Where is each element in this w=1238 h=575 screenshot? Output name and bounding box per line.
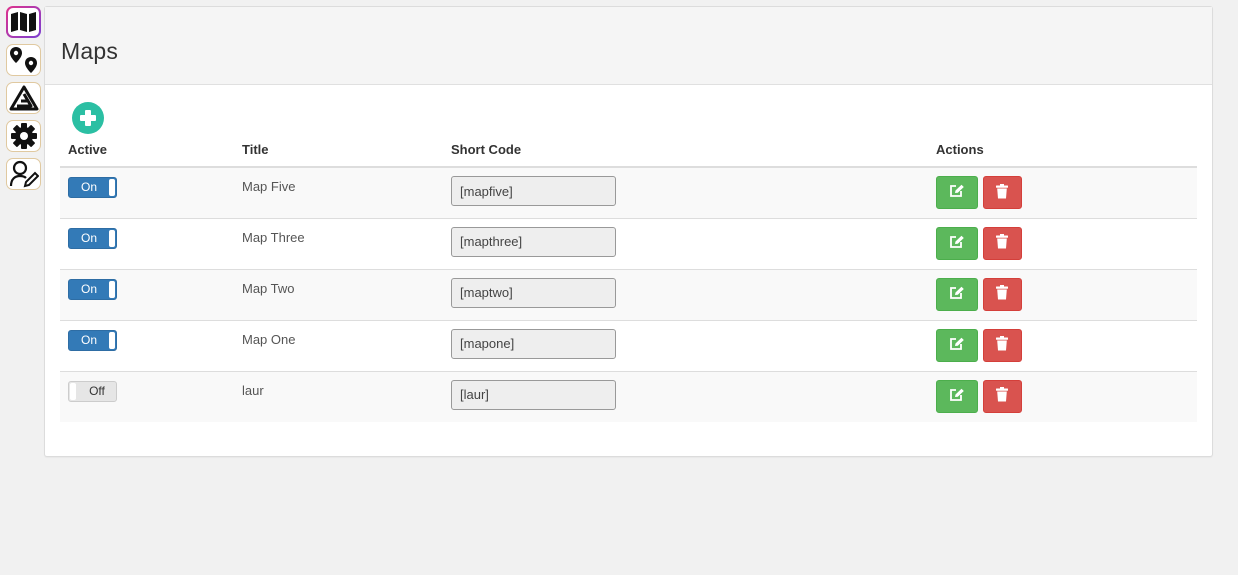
page-title: Maps <box>61 38 119 64</box>
map-title: Map One <box>234 319 443 371</box>
table-row: On Map Five <box>60 167 1197 218</box>
delete-button[interactable] <box>982 176 1022 209</box>
edit-button[interactable] <box>936 328 978 362</box>
table-header-row: Active Title Short Code Actions <box>60 136 1197 168</box>
short-code-cell <box>443 370 928 422</box>
map-title: laur <box>234 370 443 422</box>
actions-cell <box>928 167 1197 218</box>
edit-icon <box>949 388 965 405</box>
active-cell: On <box>60 167 234 218</box>
icon-rail <box>6 6 42 196</box>
actions-cell <box>928 370 1197 422</box>
add-map-button[interactable] <box>72 102 104 134</box>
map-title: Map Three <box>234 217 443 269</box>
actions-cell <box>928 319 1197 371</box>
edit-button[interactable] <box>936 176 978 209</box>
map-title: Map Two <box>234 268 443 320</box>
active-toggle[interactable]: On <box>68 329 117 351</box>
delete-button[interactable] <box>982 328 1022 362</box>
active-toggle[interactable]: On <box>68 177 117 198</box>
rail-logo-button[interactable] <box>6 82 41 114</box>
maps-panel: Maps Active Title Short Code Actions On … <box>44 6 1213 457</box>
rail-maps-button[interactable] <box>6 6 41 38</box>
short-code-input[interactable] <box>451 226 616 257</box>
toggle-label: On <box>80 230 97 245</box>
column-header-active: Active <box>60 136 234 168</box>
map-icon <box>10 11 38 33</box>
rail-user-button[interactable] <box>6 158 41 190</box>
trash-icon <box>996 234 1009 252</box>
active-cell: On <box>60 268 234 320</box>
table-row: On Map Three <box>60 217 1197 269</box>
panel-body: Active Title Short Code Actions On Map F… <box>45 85 1212 422</box>
column-header-title: Title <box>234 136 443 168</box>
rail-markers-button[interactable] <box>6 44 41 76</box>
toggle-knob <box>109 179 115 196</box>
edit-icon <box>949 286 965 303</box>
toggle-knob <box>70 382 76 400</box>
short-code-cell <box>443 319 928 371</box>
toggle-knob <box>109 229 115 247</box>
active-toggle[interactable]: Off <box>68 380 117 402</box>
active-toggle[interactable]: On <box>68 227 117 249</box>
edit-icon <box>949 235 965 252</box>
short-code-cell <box>443 217 928 269</box>
map-title: Map Five <box>242 179 296 194</box>
edit-icon <box>949 337 965 354</box>
toggle-knob <box>109 280 115 298</box>
triangle-logo-icon <box>9 85 39 111</box>
active-cell: On <box>60 217 234 269</box>
delete-button[interactable] <box>982 379 1022 413</box>
rail-settings-button[interactable] <box>6 120 41 152</box>
table-row: Off laur <box>60 370 1197 422</box>
short-code-input[interactable] <box>451 176 616 206</box>
edit-button[interactable] <box>936 379 978 413</box>
table-row: On Map One <box>60 319 1197 371</box>
short-code-cell <box>443 268 928 320</box>
active-toggle[interactable]: On <box>68 278 117 300</box>
toggle-knob <box>109 331 115 349</box>
trash-icon <box>996 387 1009 405</box>
edit-button[interactable] <box>936 226 978 260</box>
active-cell: On <box>60 319 234 371</box>
edit-icon <box>949 184 965 201</box>
short-code-input[interactable] <box>451 328 616 359</box>
toggle-label: On <box>80 332 97 347</box>
edit-button[interactable] <box>936 277 978 311</box>
maps-table: Active Title Short Code Actions On Map F… <box>60 136 1197 422</box>
gear-icon <box>10 122 38 150</box>
trash-icon <box>996 285 1009 303</box>
toggle-label: On <box>80 180 97 194</box>
toggle-label: Off <box>89 383 105 398</box>
short-code-cell <box>443 167 928 218</box>
actions-cell <box>928 217 1197 269</box>
trash-icon <box>996 336 1009 354</box>
short-code-input[interactable] <box>451 379 616 410</box>
short-code-input[interactable] <box>451 277 616 308</box>
delete-button[interactable] <box>982 277 1022 311</box>
table-row: On Map Two <box>60 268 1197 320</box>
user-edit-icon <box>9 160 39 188</box>
delete-button[interactable] <box>982 226 1022 260</box>
actions-cell <box>928 268 1197 320</box>
panel-header: Maps <box>45 7 1212 85</box>
trash-icon <box>996 183 1009 202</box>
location-pins-icon <box>9 46 39 74</box>
column-header-short-code: Short Code <box>443 136 928 168</box>
active-cell: Off <box>60 370 234 422</box>
toggle-label: On <box>80 281 97 296</box>
column-header-actions: Actions <box>928 136 1197 168</box>
